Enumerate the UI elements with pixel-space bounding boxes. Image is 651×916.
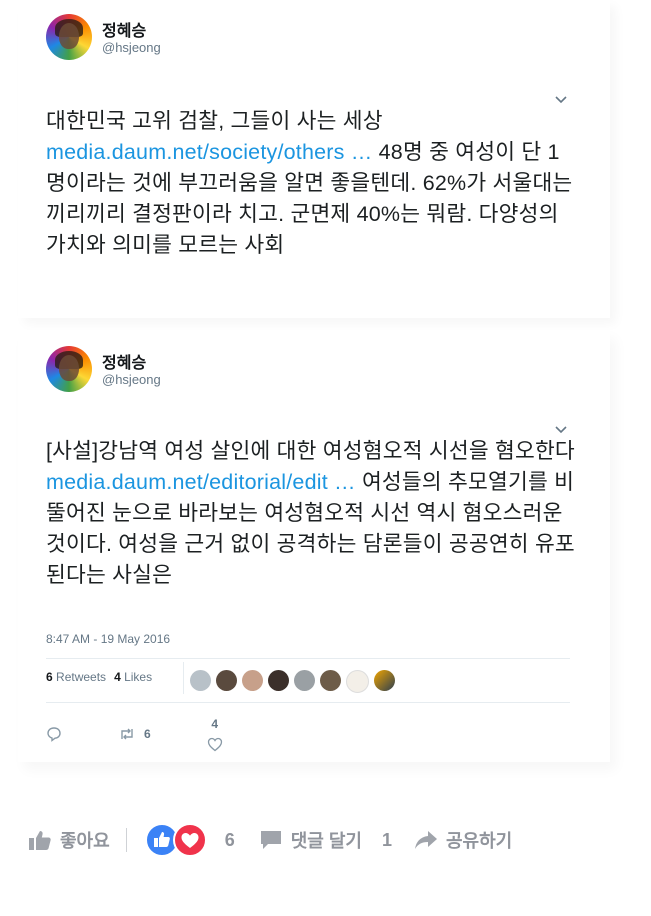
thumbs-up-icon bbox=[29, 831, 51, 850]
liker-avatar[interactable] bbox=[294, 670, 315, 691]
love-reaction-icon bbox=[172, 823, 207, 857]
chevron-down-icon[interactable] bbox=[554, 424, 568, 434]
like-action[interactable]: 4 bbox=[207, 717, 223, 752]
tweet-card: 정혜승 @hsjeong 대한민국 고위 검찰, 그들이 사는 세상 media… bbox=[18, 0, 610, 318]
liker-avatar[interactable] bbox=[374, 670, 395, 691]
tweet-card: 정혜승 @hsjeong [사설]강남역 여성 살인에 대한 여성혐오적 시선을… bbox=[18, 330, 610, 762]
liker-avatar[interactable] bbox=[190, 670, 211, 691]
like-label: 좋아요 bbox=[60, 831, 110, 851]
facebook-action-bar: 좋아요 6 댓글 달기 1 공유하기 bbox=[28, 820, 512, 860]
comment-button[interactable]: 댓글 달기 1 bbox=[259, 827, 392, 853]
liker-avatars bbox=[190, 670, 395, 693]
retweets-label: Retweets bbox=[56, 670, 107, 684]
avatar[interactable] bbox=[46, 14, 92, 60]
author-handle[interactable]: @hsjeong bbox=[102, 40, 161, 55]
comment-icon bbox=[260, 831, 281, 849]
reactions-summary[interactable]: 6 bbox=[144, 823, 235, 857]
heart-icon[interactable] bbox=[207, 737, 223, 752]
tweet-text: 대한민국 고위 검찰, 그들이 사는 세상 media.daum.net/soc… bbox=[46, 106, 576, 261]
tweet-text-part: [사설]강남역 여성 살인에 대한 여성혐오적 시선을 혐오한다 bbox=[46, 439, 575, 463]
like-button[interactable]: 좋아요 bbox=[28, 827, 110, 853]
tweet-stats: 6 Retweets 4 Likes bbox=[46, 670, 152, 684]
comment-count: 1 bbox=[381, 829, 392, 850]
stats-separator bbox=[183, 662, 184, 694]
author-handle[interactable]: @hsjeong bbox=[102, 372, 161, 387]
author-name[interactable]: 정혜승 bbox=[102, 349, 146, 373]
avatar[interactable] bbox=[46, 346, 92, 392]
retweets-stat[interactable]: 6 Retweets bbox=[46, 670, 106, 684]
reaction-count: 6 bbox=[224, 829, 235, 850]
reply-icon[interactable] bbox=[46, 726, 62, 742]
chevron-down-icon[interactable] bbox=[554, 94, 568, 104]
liker-avatar[interactable] bbox=[268, 670, 289, 691]
article-link[interactable]: media.daum.net/editorial/edit … bbox=[46, 470, 356, 494]
comment-label: 댓글 달기 bbox=[290, 831, 362, 851]
liker-avatar[interactable] bbox=[242, 670, 263, 691]
share-button[interactable]: 공유하기 bbox=[414, 827, 512, 853]
share-icon bbox=[414, 831, 437, 849]
liker-avatar[interactable] bbox=[320, 670, 341, 691]
tweet-actions: 6 4 bbox=[46, 715, 223, 752]
retweet-action-count: 6 bbox=[144, 726, 151, 741]
divider bbox=[125, 828, 127, 852]
tweet-text: [사설]강남역 여성 살인에 대한 여성혐오적 시선을 혐오한다 media.d… bbox=[46, 436, 576, 591]
likes-stat[interactable]: 4 Likes bbox=[114, 670, 152, 684]
author-name[interactable]: 정혜승 bbox=[102, 17, 146, 41]
liker-avatar[interactable] bbox=[346, 670, 369, 693]
likes-label: Likes bbox=[124, 670, 153, 684]
retweets-count: 6 bbox=[46, 670, 53, 684]
divider bbox=[46, 658, 570, 659]
likes-count: 4 bbox=[114, 670, 121, 684]
like-action-count: 4 bbox=[211, 717, 219, 731]
retweet-icon[interactable] bbox=[118, 727, 136, 741]
tweet-timestamp[interactable]: 8:47 AM - 19 May 2016 bbox=[46, 632, 170, 646]
tweet-text-part: 대한민국 고위 검찰, 그들이 사는 세상 bbox=[46, 109, 383, 133]
share-label: 공유하기 bbox=[445, 831, 513, 851]
article-link[interactable]: media.daum.net/society/others … bbox=[46, 140, 372, 164]
liker-avatar[interactable] bbox=[216, 670, 237, 691]
divider bbox=[46, 702, 570, 703]
